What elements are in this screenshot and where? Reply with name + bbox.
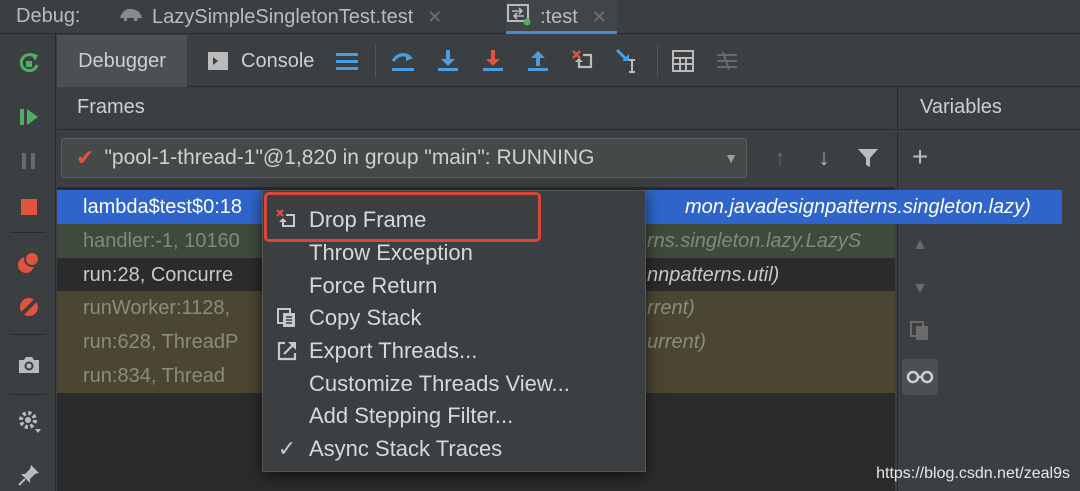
tab-lazy-singleton-test[interactable]: LazySimpleSingletonTest.test ✕ [118, 0, 442, 34]
menu-item-copy-stack[interactable]: Copy Stack [263, 302, 645, 334]
thread-selector-row: ✔ "pool-1-thread-1"@1,820 in group "main… [57, 131, 895, 187]
test-runner-icon [118, 4, 144, 30]
variables-header: Variables [897, 88, 1080, 130]
step-into-icon[interactable] [434, 47, 462, 75]
menu-item-label: Async Stack Traces [309, 436, 503, 461]
menu-item-customize-threads-view[interactable]: Customize Threads View... [263, 368, 645, 400]
tab-label: LazySimpleSingletonTest.test [152, 5, 414, 28]
debug-side-toolbar [0, 34, 56, 491]
pin-icon[interactable] [14, 460, 44, 490]
frame-method: runWorker:1128, [83, 296, 231, 319]
frame-method: handler:-1, 10160 [83, 229, 240, 252]
close-icon[interactable]: ✕ [592, 7, 607, 28]
frame-method: run:834, Thread [83, 364, 225, 387]
gradle-run-icon [506, 2, 532, 32]
menu-item-add-stepping-filter[interactable]: Add Stepping Filter... [263, 400, 645, 432]
evaluate-expression-icon[interactable] [669, 47, 697, 75]
menu-item-label: Add Stepping Filter... [309, 403, 514, 428]
debug-label: Debug: [16, 5, 81, 27]
menu-item-label: Throw Exception [309, 240, 473, 265]
tab-label: :test [540, 5, 578, 28]
checkmark-icon: ✓ [277, 436, 297, 461]
copy-icon [275, 306, 299, 330]
next-frame-icon[interactable]: ↓ [811, 145, 837, 171]
show-execution-point-icon[interactable] [333, 47, 361, 75]
camera-icon[interactable] [14, 350, 44, 380]
variables-title: Variables [920, 96, 1002, 118]
thread-dropdown[interactable]: ✔ "pool-1-thread-1"@1,820 in group "main… [61, 138, 747, 178]
thread-status-checkmark-icon: ✔ [76, 145, 95, 170]
view-breakpoints-icon[interactable] [14, 248, 44, 278]
watermark: https://blog.csdn.net/zeal9s [876, 465, 1070, 482]
menu-item-label: Force Return [309, 273, 438, 298]
stop-icon[interactable] [14, 192, 44, 222]
menu-item-async-stack-traces[interactable]: ✓ Async Stack Traces [263, 433, 645, 465]
show-watches-glasses-icon[interactable] [902, 359, 938, 395]
tab-gradle-test[interactable]: :test ✕ [506, 0, 617, 34]
drop-frame-highlight-annotation [264, 192, 541, 242]
step-out-icon[interactable] [524, 47, 552, 75]
previous-frame-icon[interactable]: ↑ [767, 145, 793, 171]
frame-method: run:28, Concurre [83, 263, 234, 286]
chevron-down-icon: ▼ [724, 150, 738, 166]
menu-item-label: Export Threads... [309, 338, 478, 363]
add-watch-icon[interactable]: + [902, 139, 938, 175]
debugger-toolbar: Debugger Console [57, 35, 1080, 87]
pause-icon[interactable] [14, 146, 44, 176]
frames-title: Frames [77, 96, 145, 118]
variables-panel: + ▲ ▼ [897, 131, 1080, 491]
export-icon [275, 339, 299, 363]
frame-package: nnpatterns.util) [647, 263, 780, 286]
frame-package: rrent) [647, 296, 695, 319]
thread-dropdown-value: "pool-1-thread-1"@1,820 in group "main":… [104, 146, 595, 169]
settings-icon[interactable] [14, 406, 44, 436]
debug-toolwindow-header: Debug: LazySimpleSingletonTest.test ✕ :t… [0, 0, 1080, 34]
filter-icon[interactable] [855, 145, 881, 171]
resume-icon[interactable] [14, 102, 44, 132]
drop-frame-icon[interactable] [569, 47, 597, 75]
frame-method: lambda$test$0:18 [83, 195, 243, 218]
frame-package: rns.singleton.lazy.LazyS [647, 229, 862, 252]
menu-item-label: Copy Stack [309, 305, 422, 330]
frames-header: Frames [57, 88, 895, 130]
close-icon[interactable]: ✕ [427, 7, 442, 28]
duplicate-watch-icon[interactable] [902, 313, 938, 349]
tab-console-label: Console [241, 49, 315, 72]
frame-package: urrent) [647, 330, 706, 353]
frame-package: mon.javadesignpatterns.singleton.lazy) [685, 195, 1031, 218]
mute-breakpoints-icon[interactable] [14, 292, 44, 322]
frame-method: run:628, ThreadP [83, 330, 239, 353]
step-over-icon[interactable] [389, 47, 417, 75]
tab-console[interactable]: Console [207, 35, 314, 87]
rerun-icon[interactable] [14, 48, 44, 78]
trace-current-stream-icon[interactable] [713, 47, 741, 75]
tab-debugger[interactable]: Debugger [57, 35, 187, 87]
menu-item-export-threads[interactable]: Export Threads... [263, 335, 645, 367]
menu-item-label: Customize Threads View... [309, 371, 570, 396]
run-to-cursor-icon[interactable] [614, 47, 642, 75]
move-up-icon[interactable]: ▲ [902, 227, 938, 263]
move-down-icon[interactable]: ▼ [902, 271, 938, 307]
force-step-into-icon[interactable] [479, 47, 507, 75]
menu-item-force-return[interactable]: Force Return [263, 270, 645, 302]
console-icon [207, 51, 229, 71]
